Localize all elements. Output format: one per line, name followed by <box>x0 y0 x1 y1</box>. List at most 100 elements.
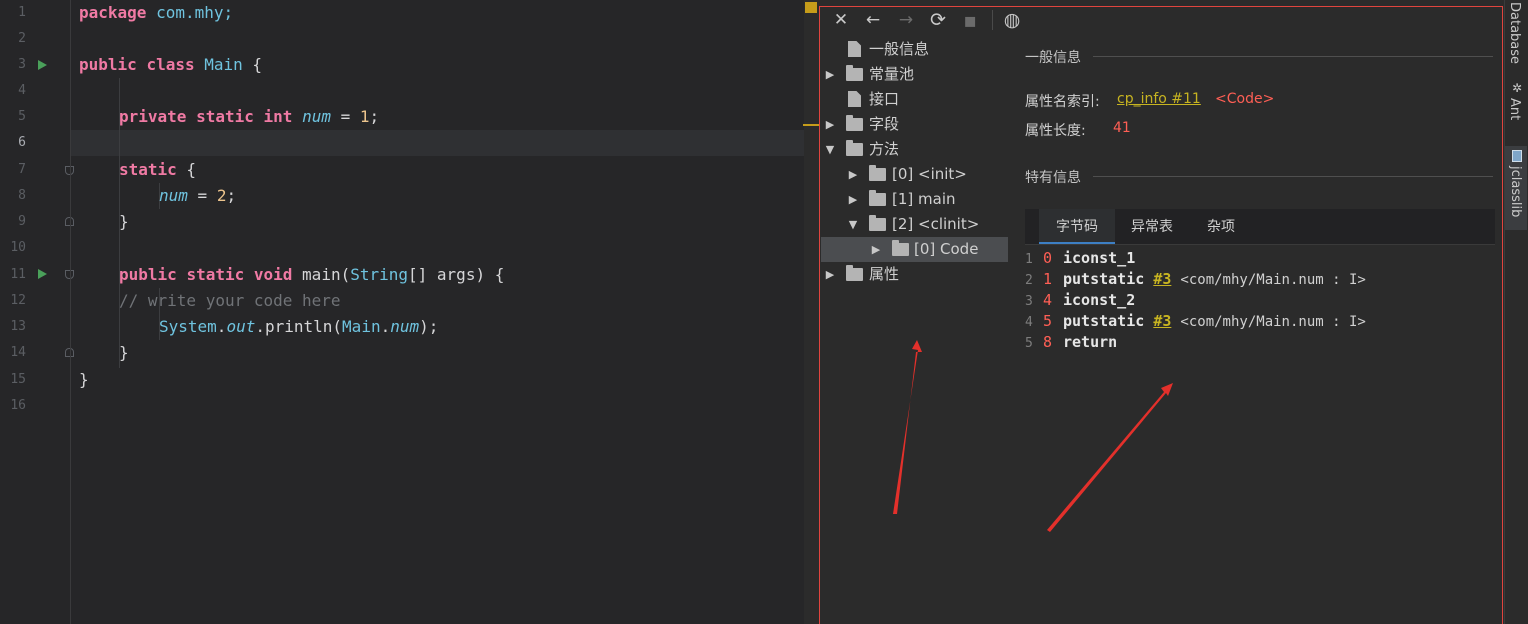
run-class-icon[interactable] <box>38 60 47 70</box>
bytecode-opcode: putstatic <box>1063 312 1145 330</box>
code-text: = <box>187 186 217 205</box>
type-name: String <box>350 265 409 284</box>
keyword: class <box>146 55 195 74</box>
code-text: ); <box>419 317 439 336</box>
line-number: 7 <box>18 162 26 177</box>
code-line[interactable]: static { <box>119 157 196 183</box>
code-line[interactable]: public class Main { <box>79 52 262 78</box>
chevron-right-icon[interactable]: ▶ <box>824 262 836 287</box>
ant-icon: ✲ <box>1511 81 1523 95</box>
tree-item-methods[interactable]: ▼ 方法 <box>820 137 1008 162</box>
chevron-right-icon[interactable]: ▶ <box>847 162 859 187</box>
tree-item-fields[interactable]: ▶ 字段 <box>820 112 1008 137</box>
folder-icon <box>846 115 863 131</box>
name-index-label: 属性名索引: <box>1025 94 1100 110</box>
bytecode-opcode: putstatic <box>1063 270 1145 288</box>
constant-pool-link[interactable]: #3 <box>1153 312 1171 330</box>
arrow-left-icon[interactable]: ← <box>862 9 884 31</box>
keyword: package <box>79 3 147 22</box>
tree-item-method-main[interactable]: ▶ [1] main <box>820 187 1008 212</box>
chevron-right-icon[interactable]: ▶ <box>824 112 836 137</box>
number-literal: 1 <box>359 107 370 126</box>
code-line[interactable]: private static int num = 1; <box>119 104 379 130</box>
line-number-current: 6 <box>18 135 26 150</box>
tree-label: 接口 <box>869 90 900 108</box>
save-icon[interactable]: ▪ <box>959 9 981 31</box>
close-icon[interactable]: ✕ <box>830 9 852 31</box>
tab-bytecode[interactable]: 字节码 <box>1039 209 1115 244</box>
code-text: } <box>79 370 89 389</box>
tab-misc[interactable]: 杂项 <box>1189 209 1253 244</box>
run-main-icon[interactable] <box>38 269 47 279</box>
code-line[interactable]: } <box>119 209 129 235</box>
bytecode-line[interactable]: 4 5 putstatic #3 <com/mhy/Main.num : I> <box>1025 311 1366 332</box>
tree-item-attributes[interactable]: ▶ 属性 <box>820 262 1008 287</box>
code-line[interactable]: package com.mhy; <box>79 0 233 26</box>
keyword: static <box>186 265 245 284</box>
field-name: out <box>226 317 256 336</box>
bytecode-line-number: 4 <box>1025 315 1033 330</box>
code-text: . <box>216 317 227 336</box>
folder-icon <box>869 190 886 206</box>
tree-label: 字段 <box>869 115 900 133</box>
keyword: void <box>253 265 293 284</box>
chevron-right-icon[interactable]: ▶ <box>824 62 836 87</box>
tree-label: 一般信息 <box>869 40 930 58</box>
folder-icon <box>892 240 909 256</box>
line-number: 3 <box>18 57 26 72</box>
bytecode-offset: 0 <box>1043 249 1053 267</box>
tree-label: [0] <init> <box>892 165 967 183</box>
code-line[interactable]: public static void main(String[] args) { <box>119 262 504 288</box>
bytecode-line-number: 1 <box>1025 252 1033 267</box>
line-number: 5 <box>18 109 26 124</box>
bytecode-line[interactable]: 5 8 return <box>1025 332 1117 353</box>
line-number: 2 <box>18 31 26 46</box>
sidebar-tab-database[interactable]: Database <box>1507 2 1522 64</box>
tree-label: 常量池 <box>869 65 915 83</box>
line-number: 14 <box>10 345 26 360</box>
file-icon <box>848 91 861 107</box>
bytecode-line[interactable]: 1 0 iconst_1 <box>1025 248 1135 269</box>
code-line[interactable]: num = 2; <box>159 183 236 209</box>
refresh-icon[interactable]: ⟳ <box>927 9 949 31</box>
line-number: 13 <box>10 319 26 334</box>
code-editor[interactable]: 1 2 3 4 5 6 7 8 9 10 11 12 13 14 15 16 p… <box>0 0 804 624</box>
scrollbar-marker[interactable] <box>803 124 819 126</box>
number-literal: 2 <box>216 186 227 205</box>
code-text: ; <box>226 186 237 205</box>
tree-item-interfaces[interactable]: 接口 <box>820 87 1008 112</box>
code-line[interactable]: } <box>119 340 129 366</box>
chevron-right-icon[interactable]: ▶ <box>847 187 859 212</box>
bytecode-line[interactable]: 3 4 iconst_2 <box>1025 290 1135 311</box>
code-line[interactable]: // write your code here <box>119 288 341 314</box>
constant-pool-link[interactable]: #3 <box>1153 270 1171 288</box>
tree-label: [2] <clinit> <box>892 215 980 233</box>
warning-marker[interactable] <box>805 2 817 13</box>
arrow-right-icon[interactable]: → <box>895 9 917 31</box>
code-text: } <box>119 343 129 362</box>
chevron-down-icon[interactable]: ▼ <box>824 137 836 162</box>
line-number: 12 <box>10 293 26 308</box>
section-divider <box>1093 176 1493 177</box>
keyword: private <box>119 107 187 126</box>
tree-item-method-clinit[interactable]: ▼ [2] <clinit> <box>820 212 1008 237</box>
globe-icon[interactable]: ◍ <box>1001 9 1023 31</box>
code-text: . <box>380 317 391 336</box>
chevron-right-icon[interactable]: ▶ <box>870 237 882 262</box>
tab-exception-table[interactable]: 异常表 <box>1115 209 1189 244</box>
line-number: 16 <box>10 398 26 413</box>
bytecode-offset: 8 <box>1043 333 1053 351</box>
code-line[interactable]: } <box>79 367 89 393</box>
name-index-link[interactable]: cp_info #11 <box>1117 91 1201 107</box>
sidebar-tab-ant[interactable]: Ant <box>1507 98 1522 120</box>
bytecode-tabs: 字节码 异常表 杂项 <box>1025 209 1495 245</box>
tree-item-constant-pool[interactable]: ▶ 常量池 <box>820 62 1008 87</box>
bytecode-line[interactable]: 2 1 putstatic #3 <com/mhy/Main.num : I> <box>1025 269 1366 290</box>
code-line[interactable]: System.out.println(Main.num); <box>159 314 438 340</box>
tree-item-method-init[interactable]: ▶ [0] <init> <box>820 162 1008 187</box>
keyword: public <box>79 55 137 74</box>
tree-item-code-selected[interactable]: ▶ [0] Code <box>821 237 1008 262</box>
bytecode-offset: 4 <box>1043 291 1053 309</box>
tree-item-general[interactable]: 一般信息 <box>820 37 1008 62</box>
chevron-down-icon[interactable]: ▼ <box>847 212 859 237</box>
